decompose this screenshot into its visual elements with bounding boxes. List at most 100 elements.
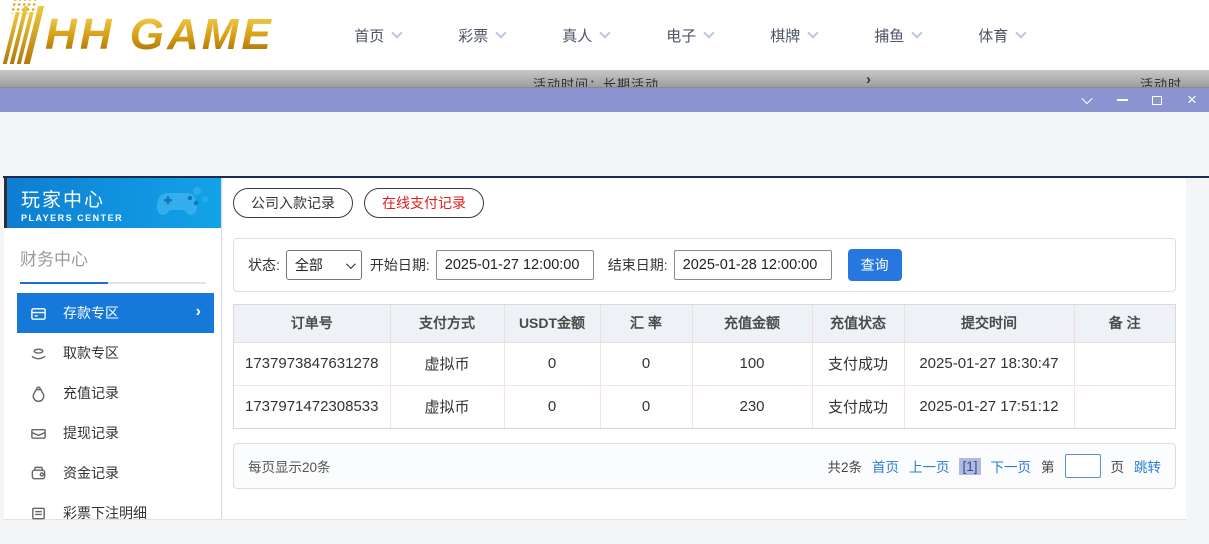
cell-submit-time: 2025-01-27 17:51:12 xyxy=(904,385,1074,428)
cell-exchange-rate: 0 xyxy=(600,342,692,385)
total-count-text: 共2条 xyxy=(827,456,862,476)
logo-bars-decoration xyxy=(3,6,44,64)
nav-item-label: 捕鱼 xyxy=(874,25,904,46)
background-clipped-text: 活动时间：长期活动 xyxy=(533,74,659,88)
records-table-wrap: 订单号 支付方式 USDT金额 汇 率 充值金额 充值状态 提交时间 备 注 1… xyxy=(233,304,1176,429)
chevron-right-icon: › xyxy=(196,303,201,321)
gamepad-icon xyxy=(153,185,209,221)
filter-bar: 状态: 全部 开始日期: 结束日期: 查询 xyxy=(233,238,1176,292)
nav-item-lottery[interactable]: 彩票 xyxy=(430,25,534,46)
chevron-down-icon xyxy=(1016,27,1027,38)
sidebar-item-funds-record[interactable]: 资金记录 xyxy=(4,453,221,493)
background-clipped-text: 活动时间：长期活动 xyxy=(1140,74,1209,88)
chevron-down-icon xyxy=(496,27,507,38)
table-header-row: 订单号 支付方式 USDT金额 汇 率 充值金额 充值状态 提交时间 备 注 xyxy=(234,305,1175,342)
nav-item-sports[interactable]: 体育 xyxy=(950,25,1054,46)
jump-button[interactable]: 跳转 xyxy=(1134,456,1161,476)
deposit-icon xyxy=(30,305,50,322)
nav-item-label: 真人 xyxy=(562,25,592,46)
sidebar-item-label: 资金记录 xyxy=(63,463,119,483)
sidebar-item-label: 存款专区 xyxy=(63,303,119,323)
top-navbar: HH GAME 首页 彩票 真人 电子 棋牌 捕鱼 体育 xyxy=(0,0,1209,70)
current-page-indicator: [1] xyxy=(959,458,980,475)
main-menu: 首页 彩票 真人 电子 棋牌 捕鱼 体育 xyxy=(326,25,1054,46)
logo[interactable]: HH GAME xyxy=(10,6,274,64)
cell-submit-time: 2025-01-27 18:30:47 xyxy=(904,342,1074,385)
withdraw-icon xyxy=(30,345,50,362)
col-exchange-rate: 汇 率 xyxy=(600,305,692,342)
minimize-icon[interactable] xyxy=(1115,93,1129,107)
nav-item-boardgames[interactable]: 棋牌 xyxy=(742,25,846,46)
collapse-icon[interactable] xyxy=(1080,93,1094,107)
pagination-controls: 共2条 首页 上一页 [1] 下一页 第 页 跳转 xyxy=(827,454,1161,478)
table-row: 1737971472308533 虚拟币 0 0 230 支付成功 2025-0… xyxy=(234,385,1175,428)
background-page-strip: 活动时间：长期活动 › 活动时间：长期活动 xyxy=(0,70,1209,88)
recharge-record-icon xyxy=(30,385,50,402)
chevron-down-icon xyxy=(392,27,403,38)
chevron-down-icon xyxy=(912,27,923,38)
jump-suffix-label: 页 xyxy=(1111,456,1125,476)
player-center-sidebar: 玩家中心 PLAYERS CENTER 财务中心 存款专区 › xyxy=(4,178,222,520)
cell-recharge-amount: 230 xyxy=(692,385,812,428)
cell-usdt-amount: 0 xyxy=(504,342,600,385)
sidebar-item-label: 取款专区 xyxy=(63,343,119,363)
cell-usdt-amount: 0 xyxy=(504,385,600,428)
cell-remark xyxy=(1074,342,1175,385)
nav-item-label: 棋牌 xyxy=(770,25,800,46)
cell-payment-method: 虚拟币 xyxy=(390,342,504,385)
nav-item-live[interactable]: 真人 xyxy=(534,25,638,46)
page-size-text: 每页显示20条 xyxy=(248,456,331,476)
nav-item-label: 电子 xyxy=(666,25,696,46)
first-page-link[interactable]: 首页 xyxy=(872,456,899,476)
funds-record-icon xyxy=(30,465,50,482)
sidebar-item-withdraw[interactable]: 取款专区 xyxy=(4,333,221,373)
tab-online-payment-record[interactable]: 在线支付记录 xyxy=(364,188,484,218)
nav-item-slots[interactable]: 电子 xyxy=(638,25,742,46)
status-select-value: 全部 xyxy=(295,255,323,275)
nav-item-label: 首页 xyxy=(354,25,384,46)
window-titlebar[interactable]: × xyxy=(0,88,1209,112)
select-caret-icon xyxy=(346,259,356,269)
close-icon[interactable]: × xyxy=(1185,93,1199,107)
sidebar-menu: 存款专区 › 取款专区 充值记录 提现记录 资金记录 xyxy=(4,293,221,533)
maximize-icon[interactable] xyxy=(1150,93,1164,107)
next-page-link[interactable]: 下一页 xyxy=(991,456,1032,476)
jump-prefix-label: 第 xyxy=(1041,456,1055,476)
cell-remark xyxy=(1074,385,1175,428)
sidebar-item-label: 彩票下注明细 xyxy=(63,503,147,523)
col-usdt-amount: USDT金额 xyxy=(504,305,600,342)
chevron-down-icon xyxy=(704,27,715,38)
records-table: 订单号 支付方式 USDT金额 汇 率 充值金额 充值状态 提交时间 备 注 1… xyxy=(234,305,1175,428)
sidebar-item-label: 提现记录 xyxy=(63,423,119,443)
query-button[interactable]: 查询 xyxy=(848,249,902,281)
end-date-input[interactable] xyxy=(674,250,832,280)
jump-page-input[interactable] xyxy=(1065,454,1101,478)
background-arrow-icon: › xyxy=(866,71,871,88)
nav-item-fishing[interactable]: 捕鱼 xyxy=(846,25,950,46)
table-row: 1737973847631278 虚拟币 0 0 100 支付成功 2025-0… xyxy=(234,342,1175,385)
sidebar-item-deposit[interactable]: 存款专区 › xyxy=(17,293,214,333)
chevron-down-icon xyxy=(600,27,611,38)
start-date-input[interactable] xyxy=(436,250,594,280)
sidebar-header: 玩家中心 PLAYERS CENTER xyxy=(4,178,221,228)
col-remark: 备 注 xyxy=(1074,305,1175,342)
main-content: 公司入款记录 在线支付记录 状态: 全部 开始日期: 结束日期: 查询 订单号 … xyxy=(223,178,1186,520)
sidebar-section-underline xyxy=(20,282,206,284)
status-select[interactable]: 全部 xyxy=(286,250,362,280)
sidebar-item-lottery-detail[interactable]: 彩票下注明细 xyxy=(4,493,221,533)
start-date-label: 开始日期: xyxy=(370,255,430,275)
tab-company-deposit-record[interactable]: 公司入款记录 xyxy=(233,188,353,218)
end-date-label: 结束日期: xyxy=(608,255,668,275)
nav-item-home[interactable]: 首页 xyxy=(326,25,430,46)
sidebar-item-withdraw-record[interactable]: 提现记录 xyxy=(4,413,221,453)
cell-payment-method: 虚拟币 xyxy=(390,385,504,428)
cell-exchange-rate: 0 xyxy=(600,385,692,428)
pagination-bar: 每页显示20条 共2条 首页 上一页 [1] 下一页 第 页 跳转 xyxy=(233,443,1176,489)
prev-page-link[interactable]: 上一页 xyxy=(909,456,950,476)
chevron-down-icon xyxy=(808,27,819,38)
col-payment-method: 支付方式 xyxy=(390,305,504,342)
col-submit-time: 提交时间 xyxy=(904,305,1074,342)
cell-recharge-amount: 100 xyxy=(692,342,812,385)
sidebar-item-label: 充值记录 xyxy=(63,383,119,403)
sidebar-item-recharge-record[interactable]: 充值记录 xyxy=(4,373,221,413)
